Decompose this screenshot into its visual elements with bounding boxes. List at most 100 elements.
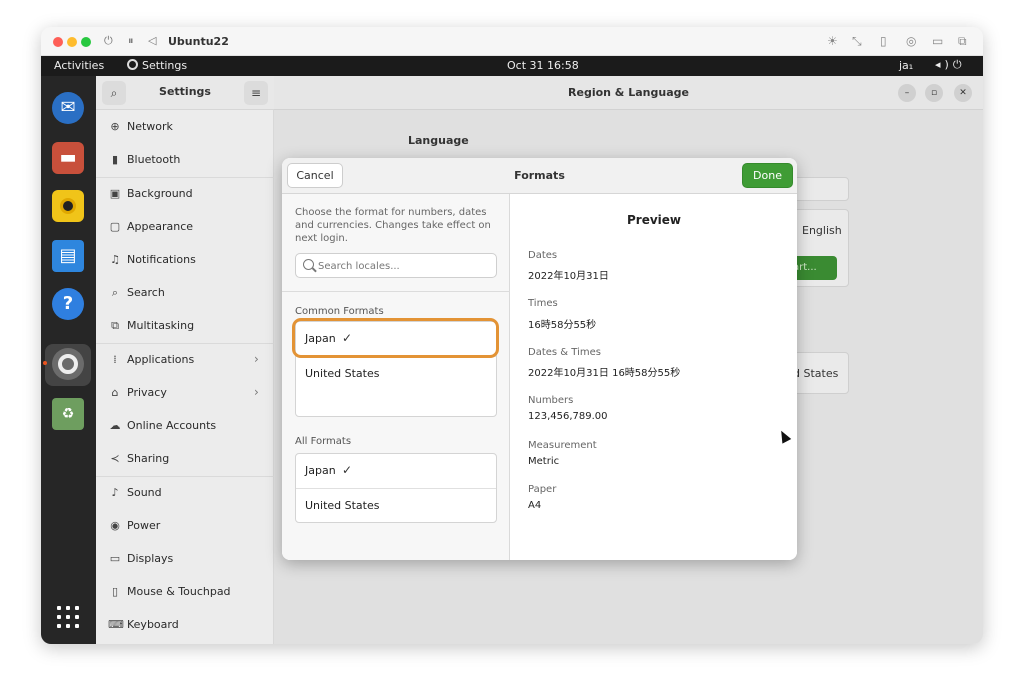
preview-title: Preview: [626, 213, 681, 227]
times-value: 16時58分55秒: [528, 320, 597, 331]
disk-icon[interactable]: ◎: [906, 33, 916, 49]
hamburger-icon: ≡: [250, 86, 262, 100]
page-title: Region & Language: [568, 86, 689, 99]
search-icon: [303, 259, 314, 270]
sidebar-item-search[interactable]: ⌕ Search: [96, 277, 274, 310]
sidebar-item-label: Keyboard: [127, 618, 179, 631]
network-icon: ⊕: [110, 120, 120, 133]
formats-dialog: Cancel Formats Done Choose the format fo…: [282, 158, 797, 560]
times-label: Times: [528, 298, 558, 309]
dock-thunderbird[interactable]: ✉: [52, 92, 84, 124]
sidebar-item-label: Mouse & Touchpad: [127, 585, 231, 598]
brightness-icon[interactable]: ☀: [827, 33, 838, 49]
dock-help[interactable]: ?: [52, 288, 84, 320]
all-formats-label: All Formats: [295, 436, 352, 447]
sidebar-item-multitasking[interactable]: ⧉ Multitasking: [96, 310, 274, 343]
mouse-icon: ▯: [111, 585, 119, 598]
sidebar-item-applications[interactable]: ⁞ Applications ›: [96, 344, 274, 377]
dock-rhythmbox[interactable]: [52, 190, 84, 222]
close-window-button[interactable]: [53, 37, 63, 47]
search-locales-input[interactable]: [318, 257, 493, 275]
cancel-button[interactable]: Cancel: [287, 163, 343, 188]
sidebar-item-notifications[interactable]: ♫ Notifications: [96, 244, 274, 277]
pane-separator: [282, 291, 510, 292]
close-button[interactable]: ✕: [954, 84, 972, 102]
display-icon: ▭: [109, 552, 121, 565]
list-item-label: United States: [305, 367, 380, 380]
preview-pane: Preview Dates 2022年10月31日 Times 16時58分55…: [511, 194, 797, 560]
chevron-right-icon: ›: [254, 385, 259, 399]
power-icon[interactable]: ⏻: [104, 33, 113, 49]
sidebar-item-label: Multitasking: [127, 319, 195, 332]
measurement-value: Metric: [528, 456, 560, 467]
activities-button[interactable]: Activities: [54, 59, 104, 72]
measurement-label: Measurement: [528, 440, 597, 451]
dock-trash[interactable]: ♻: [52, 398, 84, 430]
clock[interactable]: Oct 31 16:58: [507, 59, 579, 72]
dock-writer[interactable]: ▤: [52, 240, 84, 272]
list-item-label: Japan: [305, 464, 336, 477]
apps-icon: ⁞: [113, 353, 117, 366]
sidebar-item-bluetooth[interactable]: ▮ Bluetooth: [96, 144, 274, 177]
sidebar-item-background[interactable]: ▣ Background: [96, 178, 274, 211]
windows-icon[interactable]: ⧉: [958, 33, 967, 49]
running-indicator: [43, 361, 47, 365]
formats-description: Choose the format for numbers, dates and…: [295, 207, 491, 244]
app-menu[interactable]: Settings: [127, 59, 187, 72]
ubuntu-top-bar: Activities Settings Oct 31 16:58 ja₁ ◂)⏻: [41, 56, 983, 76]
sidebar-item-label: Applications: [127, 353, 195, 366]
keyboard-icon: ⌨: [108, 618, 124, 631]
sidebar-item-label: Bluetooth: [127, 153, 181, 166]
dock: ✉ ▬ ▤ ? ♻: [41, 76, 96, 644]
resize-icon[interactable]: ⤡: [852, 33, 862, 49]
sidebar-item-label: Sound: [127, 486, 162, 499]
sidebar-item-displays[interactable]: ▭ Displays: [96, 543, 274, 576]
back-icon[interactable]: ◁: [148, 33, 156, 49]
lock-icon: ⌂: [111, 386, 119, 399]
app-menu-label: Settings: [142, 59, 188, 72]
maximize-button[interactable]: ▫: [925, 84, 943, 102]
sidebar-item-mouse-touchpad[interactable]: ▯ Mouse & Touchpad: [96, 576, 274, 609]
mail-icon: ✉: [60, 97, 76, 118]
done-button[interactable]: Done: [742, 163, 793, 188]
minimize-window-button[interactable]: [67, 37, 77, 47]
sidebar-item-label: Background: [127, 187, 193, 200]
help-icon: ?: [62, 293, 74, 314]
system-menu[interactable]: ◂)⏻: [935, 58, 966, 72]
locale-list-pane: Choose the format for numbers, dates and…: [282, 194, 510, 560]
sidebar-item-online-accounts[interactable]: ☁ Online Accounts: [96, 410, 274, 443]
settings-gear-icon: [58, 354, 78, 374]
list-item-united-states[interactable]: United States: [296, 489, 496, 523]
files-icon: ▬: [59, 147, 77, 168]
sidebar-item-power[interactable]: ◉ Power: [96, 510, 274, 543]
bluetooth-icon: ▮: [111, 153, 119, 166]
zoom-window-button[interactable]: [81, 37, 91, 47]
sidebar-item-sound[interactable]: ♪ Sound: [96, 477, 274, 510]
minimize-icon: –: [904, 88, 910, 98]
sidebar-item-keyboard[interactable]: ⌨ Keyboard: [96, 609, 274, 642]
minimize-button[interactable]: –: [898, 84, 916, 102]
maximize-icon: ▫: [930, 88, 938, 98]
dialog-title: Formats: [514, 169, 565, 182]
sidebar-item-appearance[interactable]: ▢ Appearance: [96, 211, 274, 244]
dock-settings[interactable]: [52, 348, 84, 380]
appearance-icon: ▢: [109, 220, 121, 233]
sidebar-item-sharing[interactable]: ≺ Sharing: [96, 443, 274, 476]
sidebar-item-privacy[interactable]: ⌂ Privacy ›: [96, 377, 274, 410]
list-item-japan[interactable]: Japan ✓: [296, 454, 496, 488]
input-method-indicator[interactable]: ja₁: [899, 59, 913, 72]
folder-icon[interactable]: ▭: [932, 33, 943, 49]
recycle-icon: ♻: [61, 406, 75, 422]
dock-files[interactable]: ▬: [52, 142, 84, 174]
vm-title: Ubuntu22: [168, 35, 229, 48]
power-icon: ◉: [110, 519, 120, 532]
device-icon[interactable]: ▯: [880, 33, 887, 49]
pause-icon[interactable]: ⏸: [128, 33, 134, 49]
list-item-united-states[interactable]: United States: [296, 357, 496, 391]
sidebar-item-network[interactable]: ⊕ Network: [96, 111, 274, 144]
search-box[interactable]: [295, 253, 497, 278]
show-apps-button[interactable]: [57, 606, 79, 628]
paper-value: A4: [528, 500, 542, 511]
background-icon: ▣: [109, 187, 121, 200]
sidebar-menu-button[interactable]: ≡: [244, 81, 268, 105]
